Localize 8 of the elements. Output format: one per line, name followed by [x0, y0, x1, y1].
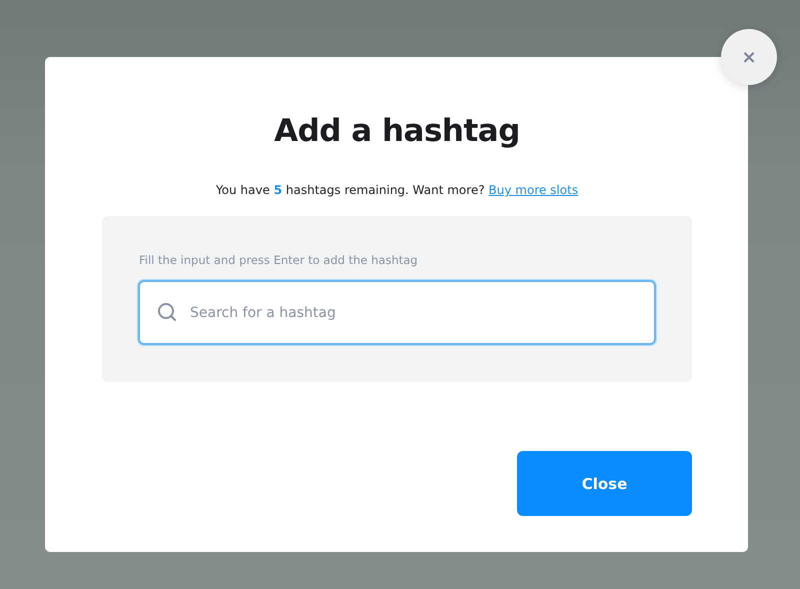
remaining-message: You have 5 hashtags remaining. Want more? Buy more slots — [216, 183, 578, 197]
search-field[interactable]: Search for a hashtag — [138, 280, 656, 345]
close-button[interactable]: Close — [517, 451, 692, 516]
search-icon — [157, 302, 177, 322]
close-button[interactable]: × — [721, 29, 777, 85]
buy-more-link[interactable]: Buy more slots — [488, 183, 578, 197]
dialog-title: Add a hashtag — [274, 113, 520, 149]
hint-text: Fill the input and press Enter to add the hashtag — [139, 253, 419, 267]
